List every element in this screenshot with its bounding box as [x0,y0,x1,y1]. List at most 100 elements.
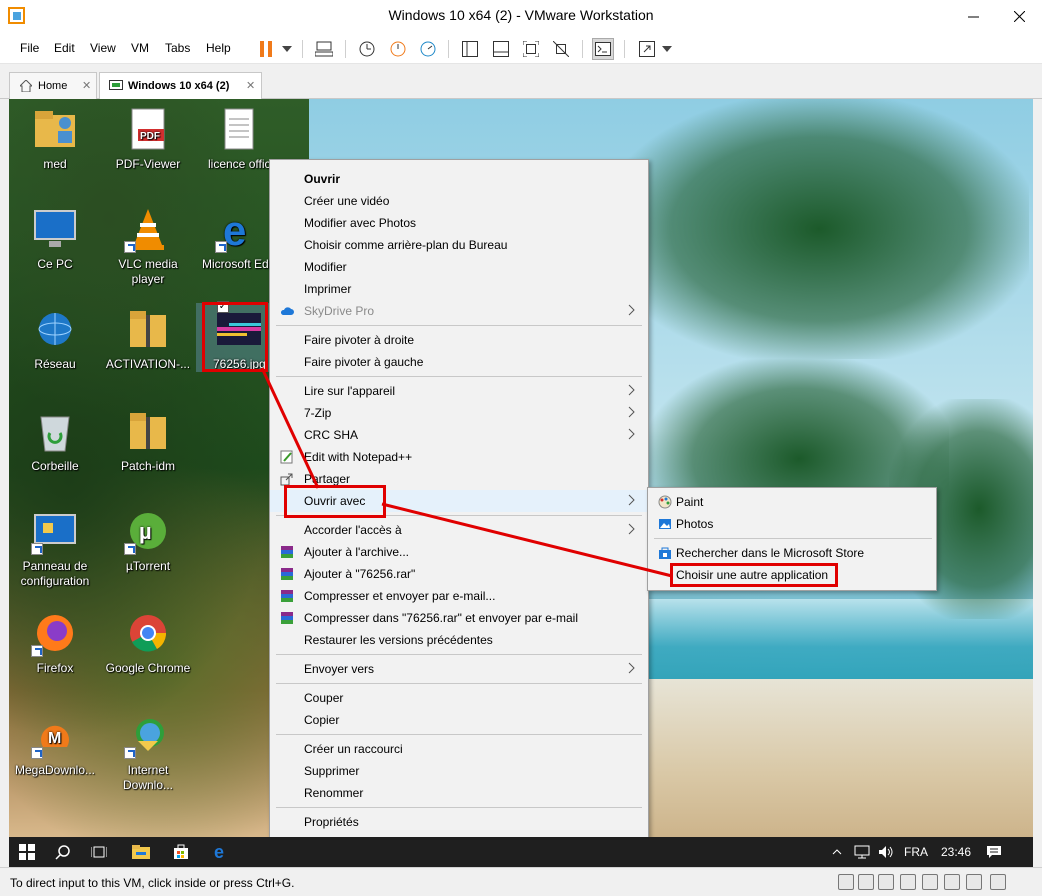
menu-item-modifier-photos[interactable]: Modifier avec Photos [270,212,648,234]
close-icon[interactable]: ✕ [246,79,255,92]
minimize-button[interactable] [950,0,996,32]
menu-item-proprietes[interactable]: Propriétés [270,811,648,833]
console-view-icon[interactable] [592,38,614,60]
close-button[interactable] [996,0,1042,32]
pause-icon[interactable] [255,38,277,60]
menu-edit[interactable]: Edit [54,41,75,55]
send-ctrl-alt-del-icon[interactable] [313,38,335,60]
desktop-icon-label: Google Chrome [105,661,191,675]
desktop-icon-label: Microsoft Edge [202,257,276,271]
revert-snapshot-icon[interactable] [387,38,409,60]
usb-icon[interactable] [900,874,916,890]
desktop-icon-patch-idm[interactable]: Patch-idm [105,407,191,474]
desktop-icon-google-chrome[interactable]: Google Chrome [105,609,191,676]
desktop-icon-activation[interactable]: ACTIVATION-... [105,305,191,372]
submenu-item-photos[interactable]: Photos [648,513,936,535]
clock[interactable]: 23:46 [941,845,971,859]
idm-icon [124,711,172,759]
desktop-icon-vlc[interactable]: VLC media player [105,205,191,287]
menu-item-couper[interactable]: Couper [270,687,648,709]
control-panel-icon [31,507,79,555]
menu-item-creer-video[interactable]: Créer une vidéo [270,190,648,212]
desktop-icon-corbeille[interactable]: Corbeille [12,407,98,474]
edge-taskbar-icon[interactable]: e [211,842,231,862]
desktop-icon-utorrent[interactable]: µ µTorrent [105,507,191,574]
sound-card-icon[interactable] [922,874,938,890]
status-message: To direct input to this VM, click inside… [10,876,295,890]
hard-disk-icon[interactable] [838,874,854,890]
full-screen-icon[interactable] [520,38,542,60]
show-library-icon[interactable] [459,38,481,60]
search-icon[interactable] [53,842,73,862]
menu-file[interactable]: File [20,41,39,55]
desktop-icon-reseau[interactable]: Réseau [12,305,98,372]
menu-vm[interactable]: VM [131,41,149,55]
menu-item-copier[interactable]: Copier [270,709,648,731]
menu-item-ajouter-rar[interactable]: Ajouter à "76256.rar" [270,563,648,585]
menu-view[interactable]: View [90,41,116,55]
task-view-icon[interactable] [89,842,109,862]
menu-item-arriere-plan[interactable]: Choisir comme arrière-plan du Bureau [270,234,648,256]
cd-drive-icon[interactable] [858,874,874,890]
thumbnail-bar-icon[interactable] [490,38,512,60]
tab-home[interactable]: Home ✕ [9,72,97,99]
menu-item-ajouter-archive[interactable]: Ajouter à l'archive... [270,541,648,563]
file-explorer-icon[interactable] [131,842,151,862]
network-tray-icon[interactable] [852,842,872,862]
menu-item-pivoter-gauche[interactable]: Faire pivoter à gauche [270,351,648,373]
submenu-item-microsoft-store[interactable]: Rechercher dans le Microsoft Store [648,542,936,564]
desktop-icon-label: ACTIVATION-... [105,357,191,371]
mega-downloader-icon: M [31,711,79,759]
volume-icon[interactable] [876,842,896,862]
chevron-right-icon [628,428,635,440]
snapshot-manager-icon[interactable] [417,38,439,60]
printer-icon[interactable] [944,874,960,890]
desktop-icon-megadownloader[interactable]: M MegaDownlo... [12,711,98,778]
menu-item-ouvrir[interactable]: Ouvrir [270,168,648,190]
menu-item-compresser-email[interactable]: Compresser et envoyer par e-mail... [270,585,648,607]
menu-tabs[interactable]: Tabs [165,41,190,55]
menu-item-skydrive-pro[interactable]: SkyDrive Pro [270,300,648,322]
notification-icon[interactable] [984,842,1004,862]
menu-help[interactable]: Help [206,41,231,55]
tab-windows-vm[interactable]: Windows 10 x64 (2) ✕ [99,72,262,100]
unity-icon[interactable] [550,38,572,60]
menu-item-pivoter-droite[interactable]: Faire pivoter à droite [270,329,648,351]
message-icon[interactable] [990,874,1006,890]
utorrent-icon: µ [124,507,172,555]
menu-item-compresser-rar-email[interactable]: Compresser dans "76256.rar" et envoyer p… [270,607,648,629]
menu-item-renommer[interactable]: Renommer [270,782,648,804]
desktop-icon-ce-pc[interactable]: Ce PC [12,205,98,272]
display-icon[interactable] [966,874,982,890]
desktop-icon-firefox[interactable]: Firefox [12,609,98,676]
menu-item-7zip[interactable]: 7-Zip [270,402,648,424]
close-icon[interactable]: ✕ [82,79,91,92]
desktop-icon-panneau-configuration[interactable]: Panneau de configuration [12,507,98,589]
stretch-dropdown-icon[interactable] [656,38,678,60]
menu-item-crc-sha[interactable]: CRC SHA [270,424,648,446]
submenu-item-paint[interactable]: Paint [648,491,936,513]
menu-item-imprimer[interactable]: Imprimer [270,278,648,300]
menu-item-notepad-plus-plus[interactable]: Edit with Notepad++ [270,446,648,468]
network-adapter-icon[interactable] [878,874,894,890]
menu-item-lire-appareil[interactable]: Lire sur l'appareil [270,380,648,402]
desktop-icon-med[interactable]: med [12,105,98,172]
stretch-guest-icon[interactable] [636,38,658,60]
menu-item-restaurer-versions[interactable]: Restaurer les versions précédentes [270,629,648,651]
desktop-icon-label: Ce PC [37,257,73,271]
menu-item-creer-raccourci[interactable]: Créer un raccourci [270,738,648,760]
menu-item-envoyer-vers[interactable]: Envoyer vers [270,658,648,680]
menu-item-supprimer[interactable]: Supprimer [270,760,648,782]
snapshot-icon[interactable] [356,38,378,60]
menu-item-modifier[interactable]: Modifier [270,256,648,278]
status-bar: To direct input to this VM, click inside… [0,867,1042,896]
window-frame-right [1033,99,1042,867]
menu-item-accorder-acces[interactable]: Accorder l'accès à [270,519,648,541]
chevron-up-icon[interactable] [831,842,843,862]
power-dropdown-icon[interactable] [276,38,298,60]
windows-start-icon[interactable] [17,842,37,862]
desktop-icon-pdf-viewer[interactable]: PDF PDF-Viewer [105,105,191,172]
desktop-icon-internet-download-manager[interactable]: Internet Downlo... [105,711,191,793]
store-taskbar-icon[interactable] [171,842,191,862]
language-indicator[interactable]: FRA [904,845,928,859]
